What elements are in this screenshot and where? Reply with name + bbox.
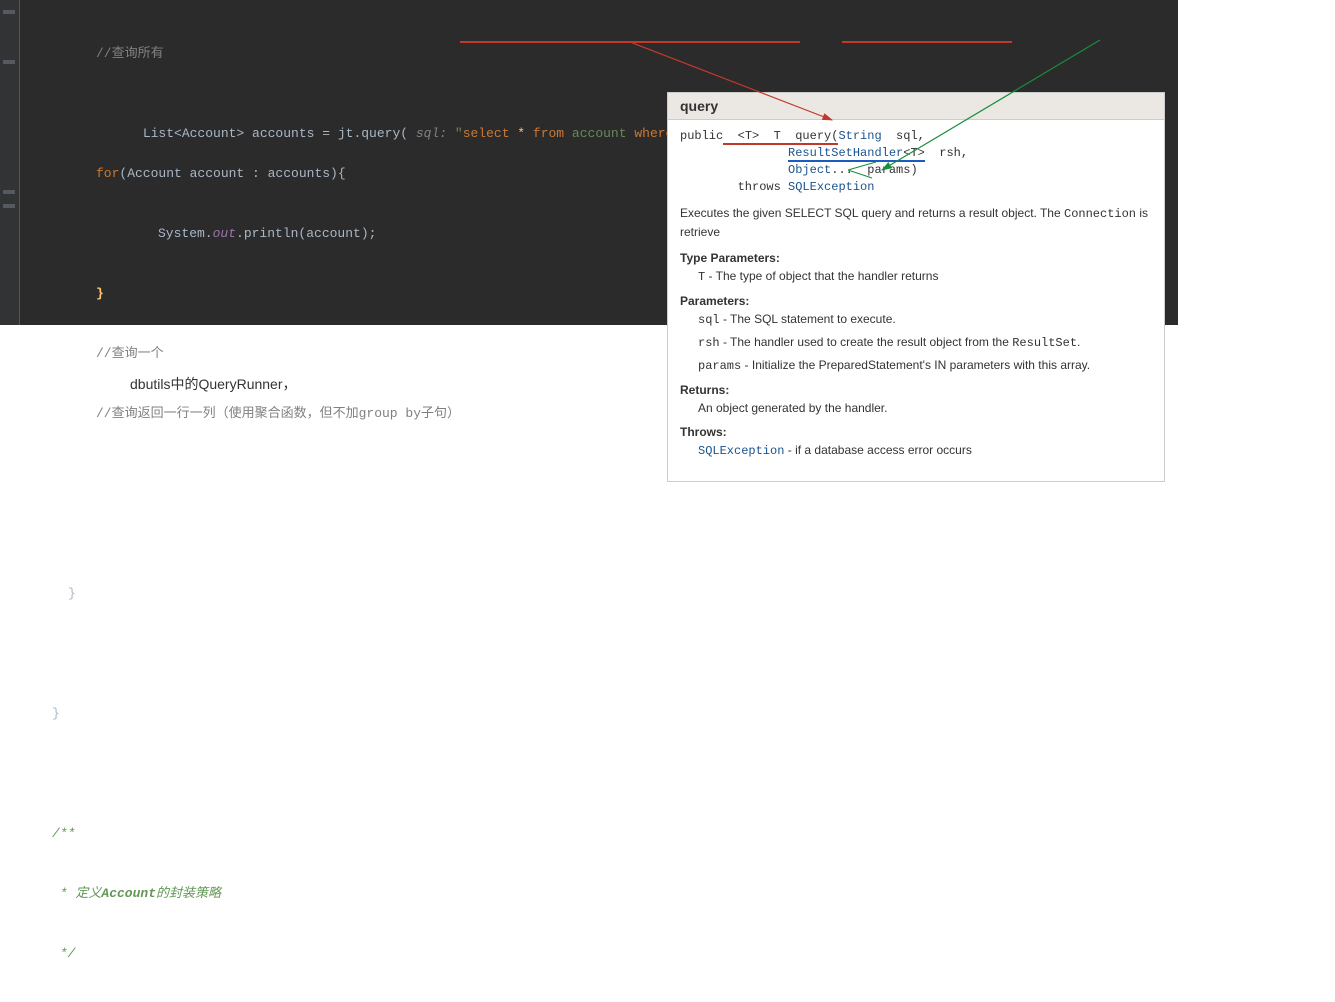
type-object: Object [788,163,831,177]
param-row: rsh - The handler used to create the res… [698,335,1152,350]
code-text: List<Account> accounts = jt.query( [143,126,408,141]
keyword-for: for [96,166,119,181]
sig-public: public [680,129,723,143]
param-row: T - The type of object that the handler … [698,269,1152,284]
code-text: System. [158,226,213,241]
param-code: ResultSet [1012,336,1077,350]
sig-param: rsh, [925,146,968,160]
param-hint: sql: [408,126,455,141]
doc-body: public <T> T query(String sql, ResultSet… [668,120,1164,474]
sig-generic: <T> [903,146,925,162]
field-out: out [213,226,236,241]
javadoc: 的封装策略 [156,886,221,901]
sig-param: ... params) [831,163,917,177]
param-row: params - Initialize the PreparedStatemen… [698,358,1152,373]
section-throws: Throws: [680,425,1152,439]
code-comment: //查询所有 [96,46,164,61]
desc-text: Executes the given SELECT SQL query and … [680,206,1064,220]
red-underline [460,41,800,43]
section-params: Parameters: [680,294,1152,308]
section-returns: Returns: [680,383,1152,397]
param-desc: - Initialize the PreparedStatement's IN … [741,358,1090,372]
code-text: (Account account : accounts){ [119,166,345,181]
param-row: sql - The SQL statement to execute. [698,312,1152,327]
param-name: params [698,359,741,373]
editor-gutter [0,0,20,325]
code-comment: //查询一个 [96,346,164,361]
sql-star: * [510,126,533,141]
desc-code: Connection [1064,207,1136,221]
param-name: rsh [698,336,720,350]
red-underline [842,41,1012,43]
returns-desc: An object generated by the handler. [698,401,1152,415]
throws-desc: - if a database access error occurs [784,443,971,457]
sql-keyword: from [533,126,564,141]
string-literal: " [455,126,463,141]
javadoc: * 定义 [52,886,101,901]
brace: } [68,586,76,601]
throws-code: SQLException [698,444,784,458]
sig-pad [680,163,788,177]
method-signature: public <T> T query(String sql, ResultSet… [680,128,1152,196]
sql-keyword: select [463,126,510,141]
caption-text: dbutils中的QueryRunner， [130,374,297,394]
param-desc: . [1077,335,1080,349]
javadoc-em: Account [101,886,156,901]
brace: } [52,706,60,721]
javadoc: */ [52,946,75,961]
param-name: sql [698,313,720,327]
type-rsh: ResultSetHandler [788,146,903,162]
sig-param: sql, [882,129,925,143]
param-desc: - The type of object that the handler re… [705,269,938,283]
type-string: String [838,129,881,143]
javadoc: /** [52,826,75,841]
sig-generic: <T> T query( [723,129,838,145]
doc-title: query [668,93,1164,120]
type-sqle: SQLException [788,180,874,194]
param-desc: - The handler used to create the result … [720,335,1013,349]
throws-row: SQLException - if a database access erro… [698,443,1152,458]
code-text: .println(account); [236,226,376,241]
sql-ident: account [564,126,634,141]
param-desc: - The SQL statement to execute. [720,312,896,326]
section-type-params: Type Parameters: [680,251,1152,265]
code-comment: //查询返回一行一列（使用聚合函数，但不加group by子句） [96,406,460,421]
sig-pad [680,146,788,160]
javadoc-panel[interactable]: query public <T> T query(String sql, Res… [667,92,1165,482]
sig-throws: throws [680,180,788,194]
brace: } [96,286,104,301]
doc-description: Executes the given SELECT SQL query and … [680,204,1152,241]
